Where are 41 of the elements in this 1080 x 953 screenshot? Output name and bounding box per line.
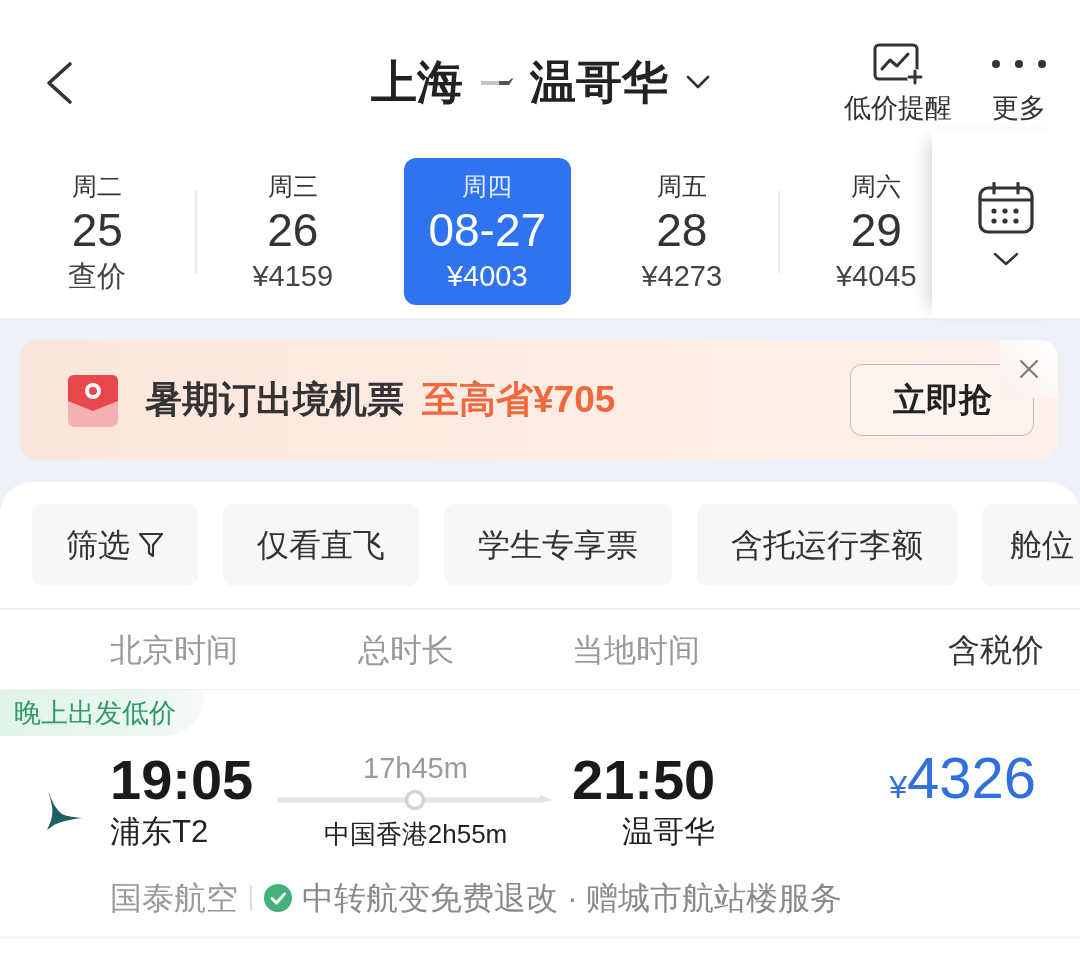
date-tab[interactable]: 周四 08-27 ¥4003 xyxy=(403,158,571,305)
sort-tab[interactable]: 含税价 xyxy=(948,625,1044,674)
filter-chip[interactable]: 仅看直飞 xyxy=(223,504,419,586)
chart-plus-icon xyxy=(873,42,923,85)
flight-duration: 17h45m xyxy=(363,751,468,786)
promo-text: 暑期订出境机票 xyxy=(145,378,404,423)
filter-chip[interactable]: 含托运行李额 xyxy=(697,504,957,586)
caret-icon xyxy=(993,252,1019,266)
date-tab[interactable]: 周三 26 ¥4159 xyxy=(237,158,348,305)
filter-chip[interactable]: 筛选 xyxy=(32,504,198,586)
filter-chip[interactable]: 学生专享票 xyxy=(444,504,672,586)
check-icon xyxy=(264,884,292,912)
calendar-button[interactable] xyxy=(932,130,1080,318)
date-tab[interactable]: 周六 29 ¥4045 xyxy=(821,158,932,305)
close-icon xyxy=(1019,359,1039,379)
back-button[interactable] xyxy=(44,60,74,105)
price-alert-button[interactable]: 低价提醒 xyxy=(844,42,952,123)
arrow-icon xyxy=(480,77,513,88)
departure-airport: 浦东T2 xyxy=(110,813,210,851)
date-tab[interactable]: 周二 25 查价 xyxy=(42,158,153,305)
origin-city: 上海 xyxy=(370,56,463,109)
airline-name: 国泰航空 xyxy=(110,879,238,918)
funnel-icon xyxy=(138,531,164,559)
perks-text: 中转航变免费退改 · 赠城市航站楼服务 xyxy=(302,879,843,918)
caret-icon[interactable] xyxy=(685,75,710,90)
promo-banner[interactable]: 暑期订出境机票 至高省¥705 立即抢 xyxy=(20,340,1058,460)
stopover-text: 中国香港2h55m xyxy=(323,818,508,851)
calendar-icon xyxy=(978,182,1034,234)
filter-chip[interactable]: 舱位 xyxy=(982,504,1080,586)
arrival-city: 温哥华 xyxy=(622,813,716,851)
date-tab[interactable]: 周五 28 ¥4273 xyxy=(626,158,737,305)
destination-city: 温哥华 xyxy=(529,56,668,109)
arrival-time: 21:50 xyxy=(572,750,716,810)
flight-tag: 晚上出发低价 xyxy=(0,690,204,736)
more-icon xyxy=(992,58,1046,69)
promo-discount: 至高省¥705 xyxy=(422,378,616,423)
flight-price: ¥4326 xyxy=(889,748,1036,812)
back-icon xyxy=(44,60,74,105)
grab-button[interactable]: 立即抢 xyxy=(850,364,1034,436)
more-button[interactable]: 更多 xyxy=(992,42,1046,123)
departure-time: 19:05 xyxy=(110,750,255,810)
